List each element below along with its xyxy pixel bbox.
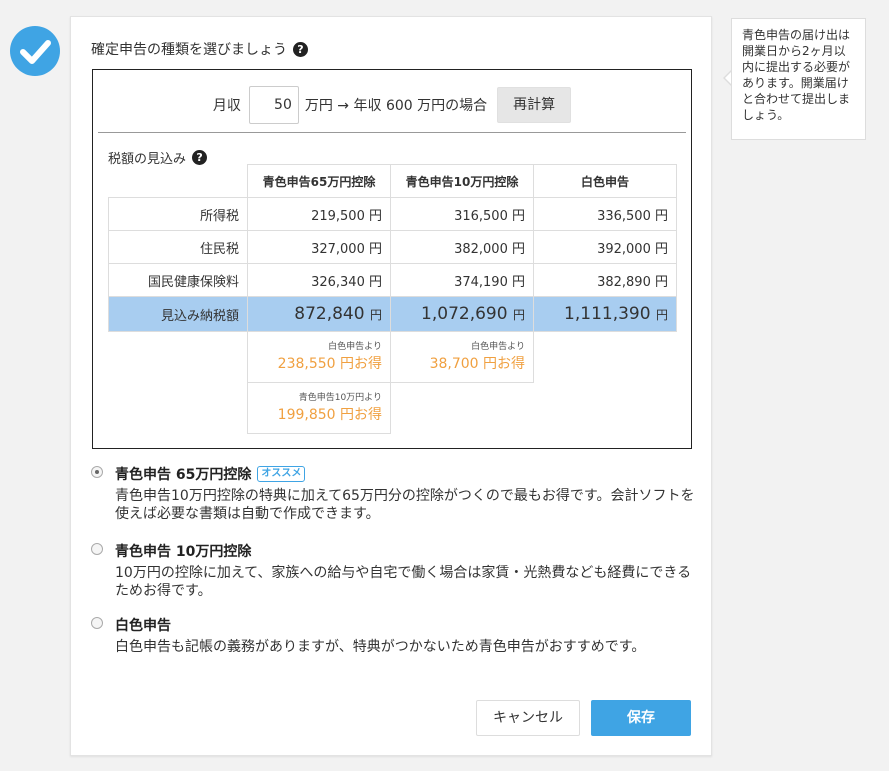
savings-from: 青色申告10万円より	[298, 392, 382, 403]
radio-blue-10[interactable]	[91, 543, 103, 555]
total-amount: 872,840	[294, 304, 365, 324]
savings-amount: 38,700 円お得	[429, 355, 525, 372]
table-corner	[108, 164, 248, 198]
savings-cell: 白色申告より 38,700 円お得	[390, 331, 534, 383]
column-header: 青色申告10万円控除	[390, 164, 534, 198]
save-button[interactable]: 保存	[591, 700, 691, 736]
monthly-income-label: 月収	[212, 98, 241, 114]
savings-from: 白色申告より	[328, 341, 382, 352]
empty-cell	[534, 332, 677, 383]
option-title-row: 白色申告	[115, 615, 171, 635]
total-row: 見込み納税額 872,840 円 1,072,690 円 1,111,390 円	[108, 296, 677, 332]
option-title: 青色申告 10万円控除	[115, 544, 252, 560]
option-description: 10万円の控除に加えて、家族への給与や自宅で働く場合は家賃・光熱費なども経費にで…	[115, 565, 692, 599]
option-title: 青色申告 65万円控除	[115, 467, 252, 483]
savings-row: 白色申告より 238,550 円お得 白色申告より 38,700 円お得	[109, 331, 677, 383]
empty-cell	[109, 383, 248, 434]
savings-amount: 238,550 円お得	[277, 355, 382, 372]
recommended-badge: オススメ	[257, 466, 306, 482]
help-icon[interactable]: ?	[192, 150, 208, 165]
tooltip: 青色申告の届け出は開業日から2ヶ月以内に提出する必要があります。開業届けと合わせ…	[731, 18, 866, 140]
option-title: 白色申告	[115, 618, 171, 634]
cancel-button[interactable]: キャンセル	[476, 700, 580, 736]
row-label: 国民健康保険料	[108, 263, 248, 297]
row-label: 所得税	[108, 197, 248, 231]
radio-blue-65[interactable]	[91, 466, 103, 478]
table-cell: 316,500 円	[390, 197, 534, 231]
option-title-row: 青色申告 65万円控除 オススメ	[115, 464, 306, 484]
divider	[98, 132, 686, 133]
savings-from: 白色申告より	[471, 341, 525, 352]
page-title-row: 確定申告の種類を選びましょう ?	[91, 39, 308, 59]
total-cell: 872,840 円	[247, 296, 391, 332]
table-row: 住民税 327,000 円 382,000 円 392,000 円	[108, 230, 677, 264]
empty-cell	[534, 383, 677, 434]
total-unit: 円	[655, 308, 668, 322]
table-cell: 374,190 円	[390, 263, 534, 297]
table-cell: 382,890 円	[533, 263, 677, 297]
filing-type-card: 確定申告の種類を選びましょう ? 月収 50 万円 → 年収 600 万円の場合…	[70, 16, 712, 756]
table-row: 国民健康保険料 326,340 円 374,190 円 382,890 円	[108, 263, 677, 297]
savings-amount: 199,850 円お得	[277, 406, 382, 423]
checkmark-icon	[10, 26, 60, 76]
table-cell: 326,340 円	[247, 263, 391, 297]
monthly-income-input[interactable]: 50	[248, 86, 299, 124]
total-label: 見込み納税額	[108, 296, 248, 332]
savings-cell: 白色申告より 238,550 円お得	[247, 331, 391, 383]
column-header: 青色申告65万円控除	[247, 164, 391, 198]
total-cell: 1,111,390 円	[533, 296, 677, 332]
total-unit: 円	[512, 308, 525, 322]
total-unit: 円	[369, 308, 382, 322]
recalculate-button[interactable]: 再計算	[497, 87, 572, 123]
row-label: 住民税	[108, 230, 248, 264]
help-icon[interactable]: ?	[293, 41, 308, 57]
table-row: 所得税 219,500 円 316,500 円 336,500 円	[108, 197, 677, 231]
page-title: 確定申告の種類を選びましょう	[91, 42, 287, 58]
savings-row: 青色申告10万円より 199,850 円お得	[109, 382, 677, 434]
table-cell: 392,000 円	[533, 230, 677, 264]
annual-income-text: 万円 → 年収 600 万円の場合	[304, 98, 488, 114]
table-cell: 219,500 円	[247, 197, 391, 231]
table-cell: 382,000 円	[390, 230, 534, 264]
calculator-box: 月収 50 万円 → 年収 600 万円の場合 再計算 税額の見込み ? 青色申…	[92, 69, 692, 449]
tax-table: 青色申告65万円控除 青色申告10万円控除 白色申告 所得税 219,500 円…	[108, 164, 677, 434]
radio-white[interactable]	[91, 617, 103, 629]
option-description: 白色申告も記帳の義務がありますが、特典がつかないため青色申告がおすすめです。	[115, 639, 646, 655]
table-cell: 336,500 円	[533, 197, 677, 231]
option-title-row: 青色申告 10万円控除	[115, 541, 251, 561]
table-header-row: 青色申告65万円控除 青色申告10万円控除 白色申告	[108, 164, 677, 198]
option-description: 青色申告10万円控除の特典に加えて65万円分の控除がつくので最もお得です。会計ソ…	[115, 488, 695, 522]
income-row: 月収 50 万円 → 年収 600 万円の場合 再計算	[93, 86, 691, 124]
empty-cell	[391, 383, 534, 434]
empty-cell	[109, 332, 248, 383]
total-amount: 1,072,690	[421, 304, 508, 324]
total-amount: 1,111,390	[564, 304, 651, 324]
table-cell: 327,000 円	[247, 230, 391, 264]
savings-cell: 青色申告10万円より 199,850 円お得	[247, 382, 391, 434]
total-cell: 1,072,690 円	[390, 296, 534, 332]
column-header: 白色申告	[533, 164, 677, 198]
